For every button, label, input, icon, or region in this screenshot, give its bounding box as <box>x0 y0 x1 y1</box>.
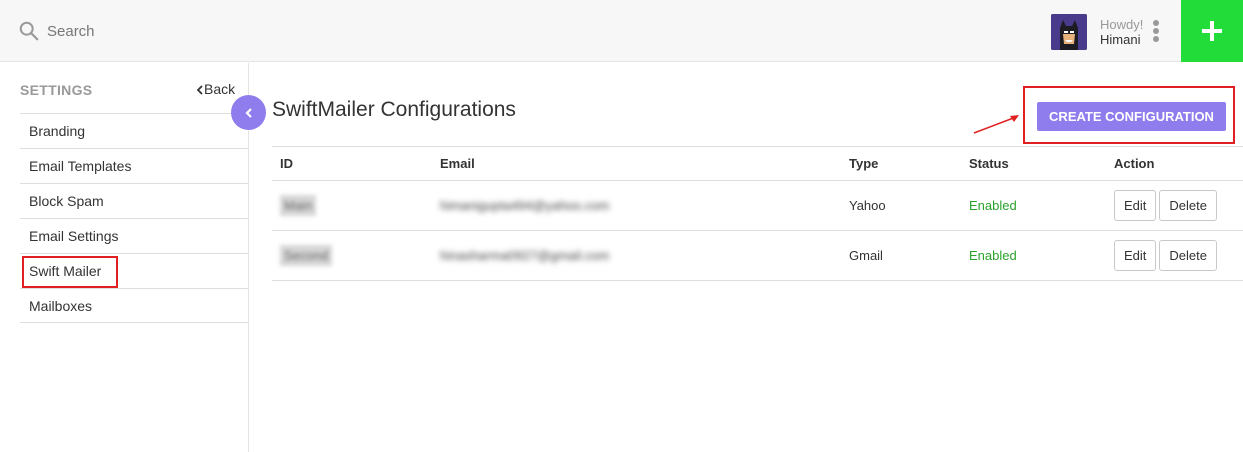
add-button[interactable] <box>1181 0 1243 62</box>
column-header-id: ID <box>272 146 432 181</box>
sidebar-item-mailboxes[interactable]: Mailboxes <box>20 288 248 323</box>
user-greeting[interactable]: Howdy! Himani <box>1100 17 1143 47</box>
collapse-sidebar-button[interactable] <box>231 95 266 130</box>
back-label: Back <box>204 81 236 97</box>
sidebar-item-block-spam[interactable]: Block Spam <box>20 183 248 218</box>
row-email: hinasharma0927@gmail.com <box>440 248 610 263</box>
row-type: Yahoo <box>849 198 886 213</box>
row-email: himanigupta494@yahoo.com <box>440 198 610 213</box>
greeting-text: Howdy! <box>1100 17 1144 32</box>
status-badge: Enabled <box>969 248 1017 263</box>
top-bar: Howdy! Himani <box>0 0 1243 62</box>
chevron-left-icon <box>196 85 203 95</box>
annotation-arrow-icon <box>973 115 1019 134</box>
table-row: Second hinasharma0927@gmail.com Gmail En… <box>272 230 1243 281</box>
create-configuration-button[interactable]: CREATE CONFIGURATION <box>1037 102 1226 131</box>
column-header-email: Email <box>432 146 841 181</box>
search-input[interactable] <box>47 22 347 40</box>
more-options-icon[interactable] <box>1150 20 1162 44</box>
highlight-box <box>22 256 118 288</box>
column-header-type: Type <box>841 146 961 181</box>
row-id: Second <box>280 245 333 266</box>
user-name: Himani <box>1100 32 1141 47</box>
settings-nav: Branding Email Templates Block Spam Emai… <box>20 113 248 323</box>
sidebar-item-email-templates[interactable]: Email Templates <box>20 148 248 183</box>
sidebar-item-email-settings[interactable]: Email Settings <box>20 218 248 253</box>
edit-button[interactable]: Edit <box>1114 190 1157 221</box>
settings-sidebar: SETTINGS Back Branding Email Templates B… <box>0 63 249 452</box>
edit-button[interactable]: Edit <box>1114 240 1157 271</box>
delete-button[interactable]: Delete <box>1159 190 1217 221</box>
configurations-table: ID Email Type Status Action Main himanig… <box>272 146 1243 281</box>
sidebar-item-label: Branding <box>29 123 86 139</box>
table-row: Main himanigupta494@yahoo.com Yahoo Enab… <box>272 180 1243 231</box>
column-header-action: Action <box>1106 146 1243 181</box>
status-badge: Enabled <box>969 198 1017 213</box>
sidebar-item-branding[interactable]: Branding <box>20 113 248 148</box>
back-link[interactable]: Back <box>196 81 235 97</box>
search-icon <box>19 21 39 41</box>
sidebar-item-label: Email Settings <box>29 228 119 244</box>
page-title: SwiftMailer Configurations <box>272 98 516 121</box>
sidebar-item-label: Block Spam <box>29 193 104 209</box>
delete-button[interactable]: Delete <box>1159 240 1217 271</box>
avatar[interactable] <box>1051 14 1087 50</box>
settings-title: SETTINGS <box>20 82 93 98</box>
column-header-status: Status <box>961 146 1106 181</box>
row-type: Gmail <box>849 248 883 263</box>
sidebar-item-swift-mailer[interactable]: Swift Mailer <box>20 253 248 288</box>
plus-icon <box>1202 21 1222 41</box>
table-header-row: ID Email Type Status Action <box>272 146 1243 181</box>
row-id: Main <box>280 195 317 216</box>
chevron-left-icon <box>244 107 252 118</box>
sidebar-item-label: Mailboxes <box>29 297 93 314</box>
sidebar-item-label: Email Templates <box>29 158 132 174</box>
batman-avatar-icon <box>1051 14 1087 50</box>
search-box[interactable] <box>18 19 347 43</box>
